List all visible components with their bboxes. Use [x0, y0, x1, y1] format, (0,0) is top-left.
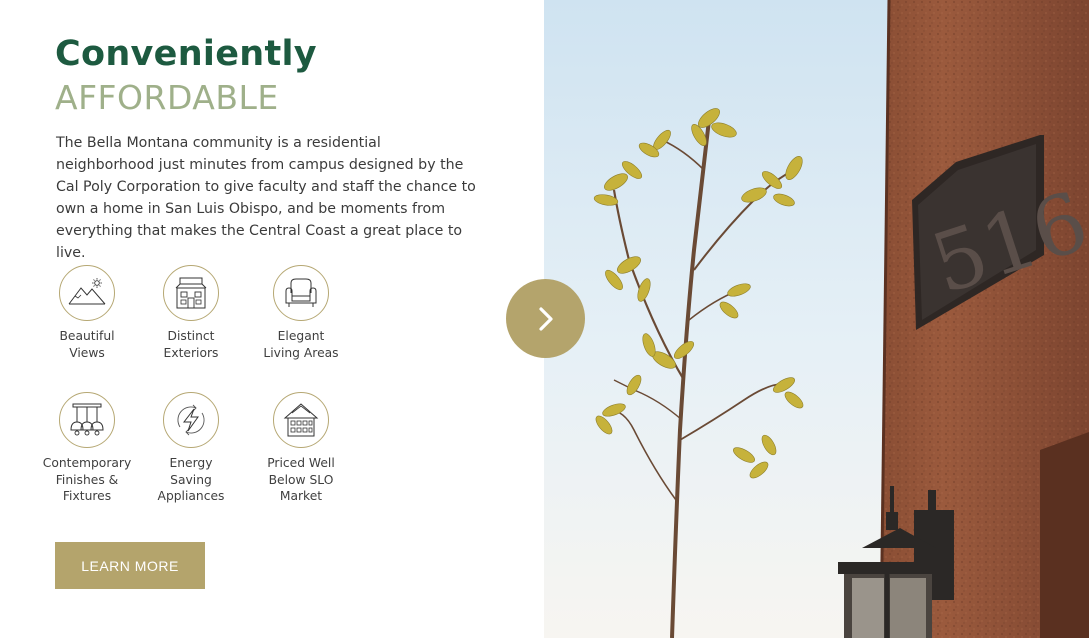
hero-photo: 516 [544, 0, 1089, 638]
feature-label: Elegant Living Areas [263, 329, 339, 360]
feature-contemporary-finishes: Contemporary Finishes & Fixtures [37, 392, 137, 505]
feature-energy-saving: Energy Saving Appliances [141, 392, 241, 505]
energy-bolt-icon [163, 392, 219, 448]
chevron-right-icon [538, 306, 553, 331]
building-icon [273, 392, 329, 448]
learn-more-button[interactable]: LEARN MORE [55, 542, 205, 589]
feature-label: Energy Saving Appliances [157, 456, 225, 503]
feature-label: Beautiful Views [59, 329, 115, 360]
feature-label: Contemporary Finishes & Fixtures [42, 456, 132, 503]
pendant-lights-icon [59, 392, 115, 448]
feature-beautiful-views: Beautiful Views [37, 265, 137, 361]
mountain-sun-icon [59, 265, 115, 321]
feature-label: Priced Well Below SLO Market [267, 456, 335, 503]
page-subtitle: AFFORDABLE [55, 78, 279, 117]
house-icon [163, 265, 219, 321]
feature-distinct-exteriors: Distinct Exteriors [141, 265, 241, 361]
intro-paragraph: The Bella Montana community is a residen… [56, 135, 476, 261]
house-photo-illustration: 516 [544, 0, 1089, 638]
page-title: Conveniently [55, 34, 317, 74]
feature-priced-below-market: Priced Well Below SLO Market [251, 392, 351, 505]
next-slide-button[interactable] [506, 279, 585, 358]
armchair-icon [273, 265, 329, 321]
feature-elegant-living-areas: Elegant Living Areas [251, 265, 351, 361]
feature-panel: Conveniently AFFORDABLE The Bella Montan… [0, 0, 544, 638]
feature-label: Distinct Exteriors [163, 329, 219, 360]
